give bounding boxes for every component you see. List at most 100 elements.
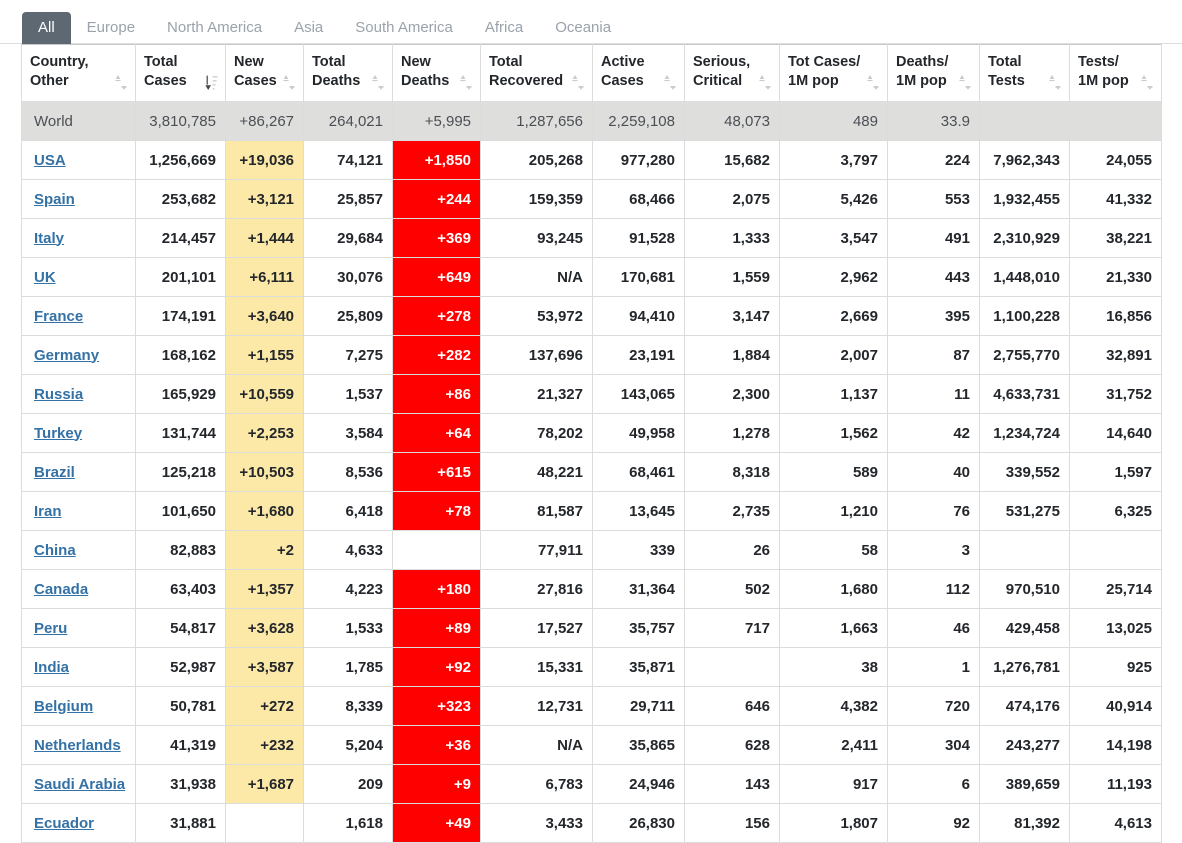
column-header-total-cases[interactable]: Total Cases — [135, 44, 226, 102]
cell-serious-critical: 1,278 — [684, 413, 780, 453]
cell-total-tests: 2,755,770 — [979, 335, 1070, 375]
sort-both-icon[interactable] — [1049, 74, 1061, 91]
country-link[interactable]: UK — [34, 269, 56, 286]
sort-both-icon[interactable] — [572, 74, 584, 91]
sort-both-icon[interactable] — [664, 74, 676, 91]
cell-tests-per-1m: 21,330 — [1069, 257, 1162, 297]
sort-both-icon[interactable] — [1141, 74, 1153, 91]
cell-tests-per-1m: 11,193 — [1069, 764, 1162, 804]
country-link[interactable]: Turkey — [34, 425, 82, 442]
country-link[interactable]: France — [34, 308, 83, 325]
cell-total-recovered: N/A — [480, 257, 593, 297]
cell-total-cases: 31,881 — [135, 803, 226, 843]
column-header-country-other[interactable]: Country, Other — [21, 44, 136, 102]
cell-new-deaths: +64 — [392, 413, 481, 453]
cell-deaths-per-1m: 304 — [887, 725, 980, 765]
column-header-label: Tests/ 1M pop — [1078, 54, 1129, 89]
column-header-new-deaths[interactable]: New Deaths — [392, 44, 481, 102]
cell-total-cases: 101,650 — [135, 491, 226, 531]
cell-tot-cases-per-1m: 1,807 — [779, 803, 888, 843]
column-header-deaths-1m-pop[interactable]: Deaths/ 1M pop — [887, 44, 980, 102]
country-link[interactable]: Brazil — [34, 464, 75, 481]
cell-tests-per-1m: 13,025 — [1069, 608, 1162, 648]
cell-tests-per-1m: 38,221 — [1069, 218, 1162, 258]
country-link[interactable]: Iran — [34, 503, 62, 520]
cell-total-deaths: 5,204 — [303, 725, 393, 765]
country-link[interactable]: China — [34, 542, 76, 559]
cell-deaths-per-1m: 443 — [887, 257, 980, 297]
cell-new-deaths: +49 — [392, 803, 481, 843]
cell-total-tests: 2,310,929 — [979, 218, 1070, 258]
country-link[interactable]: USA — [34, 152, 66, 169]
sort-desc-active-icon[interactable] — [205, 74, 218, 91]
column-header-label: Total Cases — [144, 54, 187, 89]
table-row: Germany 168,162 +1,155 7,275 +282 137,696 23,1… — [21, 335, 1162, 375]
cell-serious-critical: 628 — [684, 725, 780, 765]
sort-both-icon[interactable] — [959, 74, 971, 91]
tab-oceania[interactable]: Oceania — [539, 12, 627, 44]
tab-north-america[interactable]: North America — [151, 12, 278, 44]
country-link[interactable]: Peru — [34, 620, 67, 637]
table-body: World 3,810,785 +86,267 264,021 +5,995 1,287,… — [21, 101, 1162, 843]
cell-serious-critical: 143 — [684, 764, 780, 804]
country-link[interactable]: Russia — [34, 386, 83, 403]
column-header-tot-cases-1m-pop[interactable]: Tot Cases/ 1M pop — [779, 44, 888, 102]
cell-total-deaths: 30,076 — [303, 257, 393, 297]
page-root: All Europe North America Asia South America A… — [0, 0, 1182, 843]
cell-serious-critical: 156 — [684, 803, 780, 843]
cell-serious-critical: 15,682 — [684, 140, 780, 180]
sort-both-icon[interactable] — [372, 74, 384, 91]
cell-deaths-per-1m: 11 — [887, 374, 980, 414]
cell-tot-cases-per-1m: 2,411 — [779, 725, 888, 765]
table-row-world: World 3,810,785 +86,267 264,021 +5,995 1,287,… — [21, 101, 1162, 141]
tab-asia[interactable]: Asia — [278, 12, 339, 44]
country-link[interactable]: India — [34, 659, 69, 676]
country-name-cell: Germany — [21, 335, 136, 375]
country-link[interactable]: Germany — [34, 347, 99, 364]
sort-both-icon[interactable] — [867, 74, 879, 91]
column-header-total-recovered[interactable]: Total Recovered — [480, 44, 593, 102]
column-header-total-deaths[interactable]: Total Deaths — [303, 44, 393, 102]
column-header-new-cases[interactable]: New Cases — [225, 44, 304, 102]
cell-tot-cases-per-1m: 1,137 — [779, 374, 888, 414]
country-link[interactable]: Spain — [34, 191, 75, 208]
cell-tot-cases-per-1m: 489 — [779, 101, 888, 141]
cell-tot-cases-per-1m: 917 — [779, 764, 888, 804]
cell-total-deaths: 1,533 — [303, 608, 393, 648]
cell-serious-critical: 502 — [684, 569, 780, 609]
country-name-cell: Saudi Arabia — [21, 764, 136, 804]
cell-serious-critical: 1,333 — [684, 218, 780, 258]
cell-total-deaths: 29,684 — [303, 218, 393, 258]
cell-active-cases: 35,865 — [592, 725, 685, 765]
column-header-active-cases[interactable]: Active Cases — [592, 44, 685, 102]
column-header-serious-critical[interactable]: Serious, Critical — [684, 44, 780, 102]
country-link[interactable]: Italy — [34, 230, 64, 247]
sort-both-icon[interactable] — [283, 74, 295, 91]
sort-both-icon[interactable] — [115, 74, 127, 91]
country-link[interactable]: Saudi Arabia — [34, 776, 125, 793]
cell-serious-critical: 48,073 — [684, 101, 780, 141]
cell-new-deaths: +86 — [392, 374, 481, 414]
country-link[interactable]: Ecuador — [34, 815, 94, 832]
country-name-cell: France — [21, 296, 136, 336]
tab-africa[interactable]: Africa — [469, 12, 539, 44]
tab-south-america[interactable]: South America — [339, 12, 469, 44]
cell-total-tests: 429,458 — [979, 608, 1070, 648]
cell-total-tests: 970,510 — [979, 569, 1070, 609]
country-link[interactable]: Belgium — [34, 698, 93, 715]
sort-both-icon[interactable] — [759, 74, 771, 91]
cell-deaths-per-1m: 42 — [887, 413, 980, 453]
country-link[interactable]: Netherlands — [34, 737, 121, 754]
sort-both-icon[interactable] — [460, 74, 472, 91]
country-link[interactable]: Canada — [34, 581, 88, 598]
cell-total-tests: 1,234,724 — [979, 413, 1070, 453]
cell-new-cases: +19,036 — [225, 140, 304, 180]
cell-total-tests: 243,277 — [979, 725, 1070, 765]
cell-new-cases: +3,640 — [225, 296, 304, 336]
table-row: Ecuador 31,881 1,618 +49 3,433 26,830 156 1,807… — [21, 803, 1162, 843]
tab-all[interactable]: All — [22, 12, 71, 44]
column-header-tests-1m-pop[interactable]: Tests/ 1M pop — [1069, 44, 1162, 102]
column-header-total-tests[interactable]: Total Tests — [979, 44, 1070, 102]
cell-new-cases: +1,444 — [225, 218, 304, 258]
tab-europe[interactable]: Europe — [71, 12, 151, 44]
